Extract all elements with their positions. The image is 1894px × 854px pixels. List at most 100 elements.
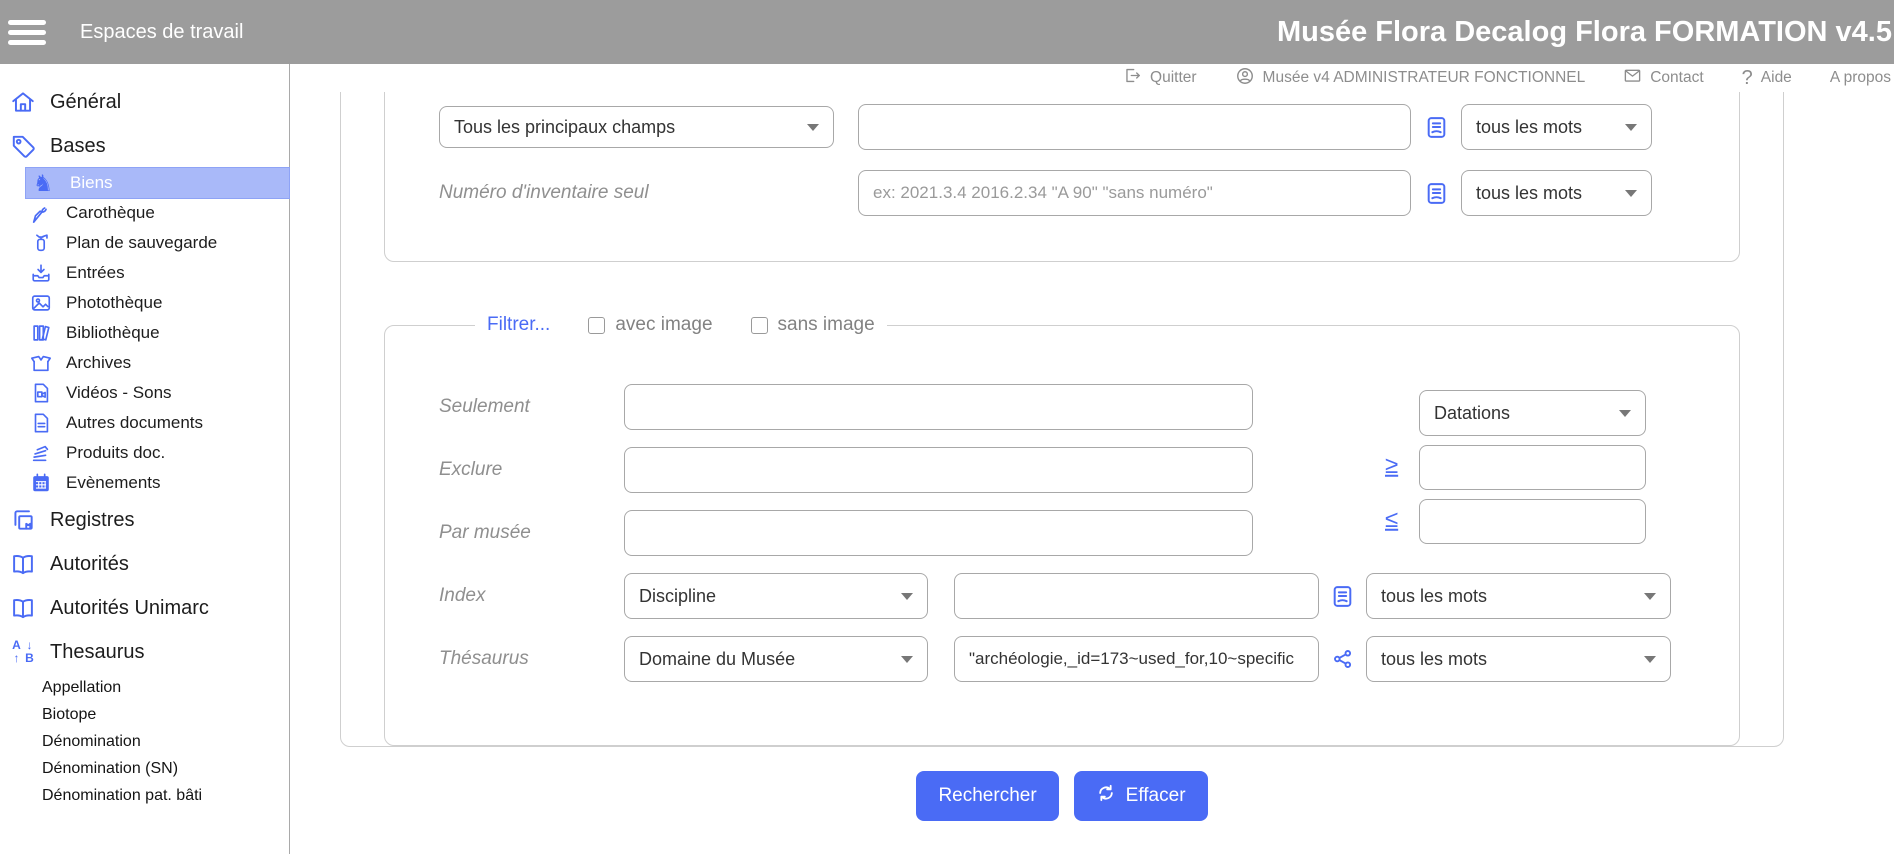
books-icon — [30, 322, 52, 344]
datation-min-input[interactable] — [1419, 445, 1646, 490]
main-search-fieldset: Tous les principaux champs tous les mots — [384, 92, 1740, 262]
chevron-down-icon — [1625, 190, 1637, 197]
chevron-down-icon — [1644, 656, 1656, 663]
index-book-icon[interactable] — [1319, 584, 1366, 609]
sidebar-item-registres[interactable]: Registres — [0, 498, 289, 542]
content-scroll-area[interactable]: Tous les principaux champs tous les mots — [291, 92, 1894, 854]
sidebar: Général Bases ♞ Biens Carothèque Plan de… — [0, 64, 290, 854]
sidebar-item-general[interactable]: Général — [0, 80, 289, 124]
sidebar-item-denomination-pat-bati[interactable]: Dénomination pat. bâti — [0, 782, 289, 809]
datation-max-input[interactable] — [1419, 499, 1646, 544]
chevron-down-icon — [1644, 593, 1656, 600]
utility-bar: Quitter Musée v4 ADMINISTRATEUR FONCTION… — [291, 64, 1894, 92]
filtrer-link[interactable]: Filtrer... — [487, 314, 550, 336]
effacer-button[interactable]: Effacer — [1074, 771, 1208, 821]
par-musee-input[interactable] — [624, 510, 1253, 556]
sidebar-item-autres-documents[interactable]: Autres documents — [0, 408, 289, 438]
sidebar-item-denomination-sn[interactable]: Dénomination (SN) — [0, 755, 289, 782]
inventory-label: Numéro d'inventaire seul — [439, 182, 649, 204]
sidebar-item-entrees[interactable]: Entrées — [0, 258, 289, 288]
sidebar-item-autorites-unimarc[interactable]: Autorités Unimarc — [0, 586, 289, 630]
chevron-down-icon — [1619, 410, 1631, 417]
index-book-icon[interactable] — [1411, 181, 1461, 206]
user-icon — [1235, 66, 1255, 91]
sidebar-item-biens[interactable]: ♞ Biens — [26, 168, 289, 198]
sidebar-item-phototheque[interactable]: Photothèque — [0, 288, 289, 318]
exclure-label: Exclure — [439, 459, 624, 481]
video-file-icon — [30, 382, 52, 404]
fields-select[interactable]: Tous les principaux champs — [439, 106, 834, 148]
sort-alpha-icon: A↓↑B — [10, 639, 36, 665]
carrot-icon — [30, 202, 52, 224]
archive-box-icon — [30, 352, 52, 374]
sidebar-item-bibliotheque[interactable]: Bibliothèque — [0, 318, 289, 348]
main-area: Quitter Musée v4 ADMINISTRATEUR FONCTION… — [291, 64, 1894, 854]
apropos-link[interactable]: A propos — [1830, 69, 1891, 87]
seulement-input[interactable] — [624, 384, 1253, 430]
share-graph-icon[interactable] — [1319, 647, 1366, 671]
sidebar-item-videos-sons[interactable]: Vidéos - Sons — [0, 378, 289, 408]
sidebar-item-evenements[interactable]: Evènements — [0, 468, 289, 498]
top-bar: Espaces de travail Musée Flora Decalog F… — [0, 0, 1894, 64]
greater-equal-link[interactable]: ≥ — [1385, 451, 1398, 479]
with-image-checkbox[interactable] — [588, 317, 605, 334]
user-menu[interactable]: Musée v4 ADMINISTRATEUR FONCTIONNEL — [1235, 66, 1586, 91]
logout-icon — [1123, 66, 1142, 90]
home-icon — [10, 89, 36, 115]
index-input[interactable] — [954, 573, 1319, 619]
papers-icon — [30, 442, 52, 464]
contact-link[interactable]: Contact — [1623, 66, 1703, 90]
open-book-icon — [10, 595, 36, 621]
fields-words-select[interactable]: tous les mots — [1461, 104, 1652, 150]
registers-icon — [10, 507, 36, 533]
datations-select[interactable]: Datations — [1419, 390, 1646, 436]
seulement-label: Seulement — [439, 396, 624, 418]
tag-icon — [10, 133, 36, 159]
sidebar-item-appellation[interactable]: Appellation — [0, 674, 289, 701]
chevron-down-icon — [1625, 124, 1637, 131]
inventory-words-select[interactable]: tous les mots — [1461, 170, 1652, 216]
sidebar-item-thesaurus[interactable]: A↓↑B Thesaurus — [0, 630, 289, 674]
refresh-icon — [1096, 783, 1116, 809]
datations-block: Datations ≥ ≤ — [1419, 390, 1646, 544]
document-icon — [30, 412, 52, 434]
thesaurus-input[interactable] — [954, 636, 1319, 682]
inbox-download-icon — [30, 262, 52, 284]
sidebar-item-plan-de-sauvegarde[interactable]: Plan de sauvegarde — [0, 228, 289, 258]
index-label: Index — [439, 585, 624, 607]
filter-fieldset: Filtrer... avec image sans image Seuleme… — [384, 314, 1740, 746]
par-musee-label: Par musée — [439, 522, 624, 544]
image-icon — [30, 292, 52, 314]
sidebar-item-denomination[interactable]: Dénomination — [0, 728, 289, 755]
sidebar-item-archives[interactable]: Archives — [0, 348, 289, 378]
rechercher-button[interactable]: Rechercher — [916, 771, 1058, 821]
sidebar-item-produits-doc[interactable]: Produits doc. — [0, 438, 289, 468]
app-title: Musée Flora Decalog Flora FORMATION v4.5 — [1277, 16, 1892, 49]
without-image-option: sans image — [751, 314, 875, 336]
index-select[interactable]: Discipline — [624, 573, 928, 619]
action-buttons: Rechercher Effacer — [340, 771, 1784, 821]
without-image-checkbox[interactable] — [751, 317, 768, 334]
chevron-down-icon — [807, 124, 819, 131]
sidebar-item-carotheque[interactable]: Carothèque — [0, 198, 289, 228]
search-card: Tous les principaux champs tous les mots — [340, 92, 1784, 747]
sidebar-item-bases[interactable]: Bases — [0, 124, 289, 168]
extinguisher-icon — [30, 232, 52, 254]
sidebar-item-biotope[interactable]: Biotope — [0, 701, 289, 728]
quitter-button[interactable]: Quitter — [1123, 66, 1197, 90]
aide-link[interactable]: ? Aide — [1742, 67, 1792, 90]
menu-button[interactable] — [8, 12, 52, 52]
hamburger-icon — [8, 20, 52, 25]
chevron-down-icon — [901, 656, 913, 663]
exclure-input[interactable] — [624, 447, 1253, 493]
chevron-down-icon — [901, 593, 913, 600]
calendar-icon — [30, 472, 52, 494]
index-book-icon[interactable] — [1411, 115, 1461, 140]
inventory-input[interactable] — [858, 170, 1411, 216]
thesaurus-select[interactable]: Domaine du Musée — [624, 636, 928, 682]
sidebar-item-autorites[interactable]: Autorités — [0, 542, 289, 586]
less-equal-link[interactable]: ≤ — [1385, 505, 1398, 533]
main-search-input[interactable] — [858, 104, 1411, 150]
index-words-select[interactable]: tous les mots — [1366, 573, 1671, 619]
thesaurus-words-select[interactable]: tous les mots — [1366, 636, 1671, 682]
